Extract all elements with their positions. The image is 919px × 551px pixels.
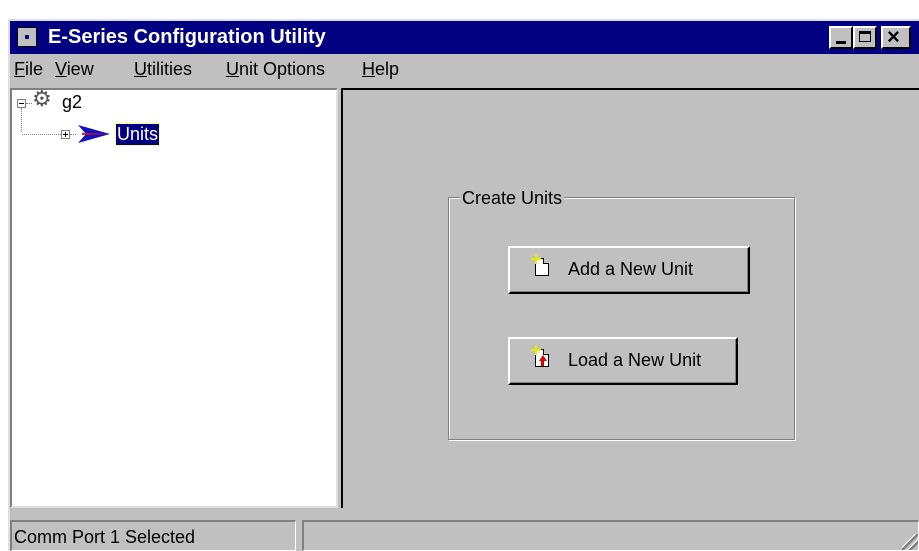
- app-icon[interactable]: [17, 27, 37, 47]
- status-bar: Comm Port 1 Selected: [10, 518, 919, 551]
- menu-view[interactable]: View: [55, 59, 94, 80]
- expand-icon[interactable]: [61, 130, 70, 139]
- window-title: E-Series Configuration Utility: [48, 26, 326, 48]
- menu-utilities[interactable]: Utilities: [134, 59, 192, 80]
- menu-file[interactable]: File: [14, 59, 43, 80]
- load-new-unit-label: Load a New Unit: [568, 350, 702, 370]
- create-units-group: [448, 197, 795, 440]
- units-arrow-icon: [78, 125, 110, 143]
- tree-connector: [21, 108, 23, 132]
- status-pane-port: Comm Port 1 Selected: [10, 520, 296, 551]
- main-window: E-Series Configuration Utility File View…: [8, 19, 919, 551]
- menu-bar: File View Utilities Unit Options Help: [10, 55, 919, 85]
- new-document-icon: [535, 254, 549, 276]
- menu-help[interactable]: Help: [362, 59, 399, 80]
- load-document-icon: [535, 345, 549, 367]
- create-units-title: Create Units: [460, 188, 565, 209]
- status-pane-secondary: [302, 520, 919, 551]
- add-new-unit-label: Add a New Unit: [568, 259, 694, 279]
- status-text: Comm Port 1 Selected: [14, 527, 196, 547]
- resize-grip[interactable]: [902, 534, 918, 550]
- close-button[interactable]: [881, 24, 911, 50]
- gears-icon: ⚙: [32, 86, 52, 111]
- menu-unit-options[interactable]: Unit Options: [226, 59, 325, 80]
- load-new-unit-button[interactable]: Load a New Unit: [508, 337, 738, 385]
- collapse-icon[interactable]: [17, 99, 26, 108]
- tree-view[interactable]: ⚙ g2 Units: [10, 88, 338, 508]
- title-bar[interactable]: E-Series Configuration Utility: [10, 21, 919, 54]
- minimize-button[interactable]: [829, 26, 853, 49]
- add-new-unit-button[interactable]: Add a New Unit: [508, 246, 750, 294]
- maximize-button[interactable]: [853, 26, 877, 49]
- tree-node-units[interactable]: Units: [114, 123, 161, 146]
- tree-connector: [22, 134, 61, 136]
- tree-node-g2[interactable]: g2: [62, 92, 82, 113]
